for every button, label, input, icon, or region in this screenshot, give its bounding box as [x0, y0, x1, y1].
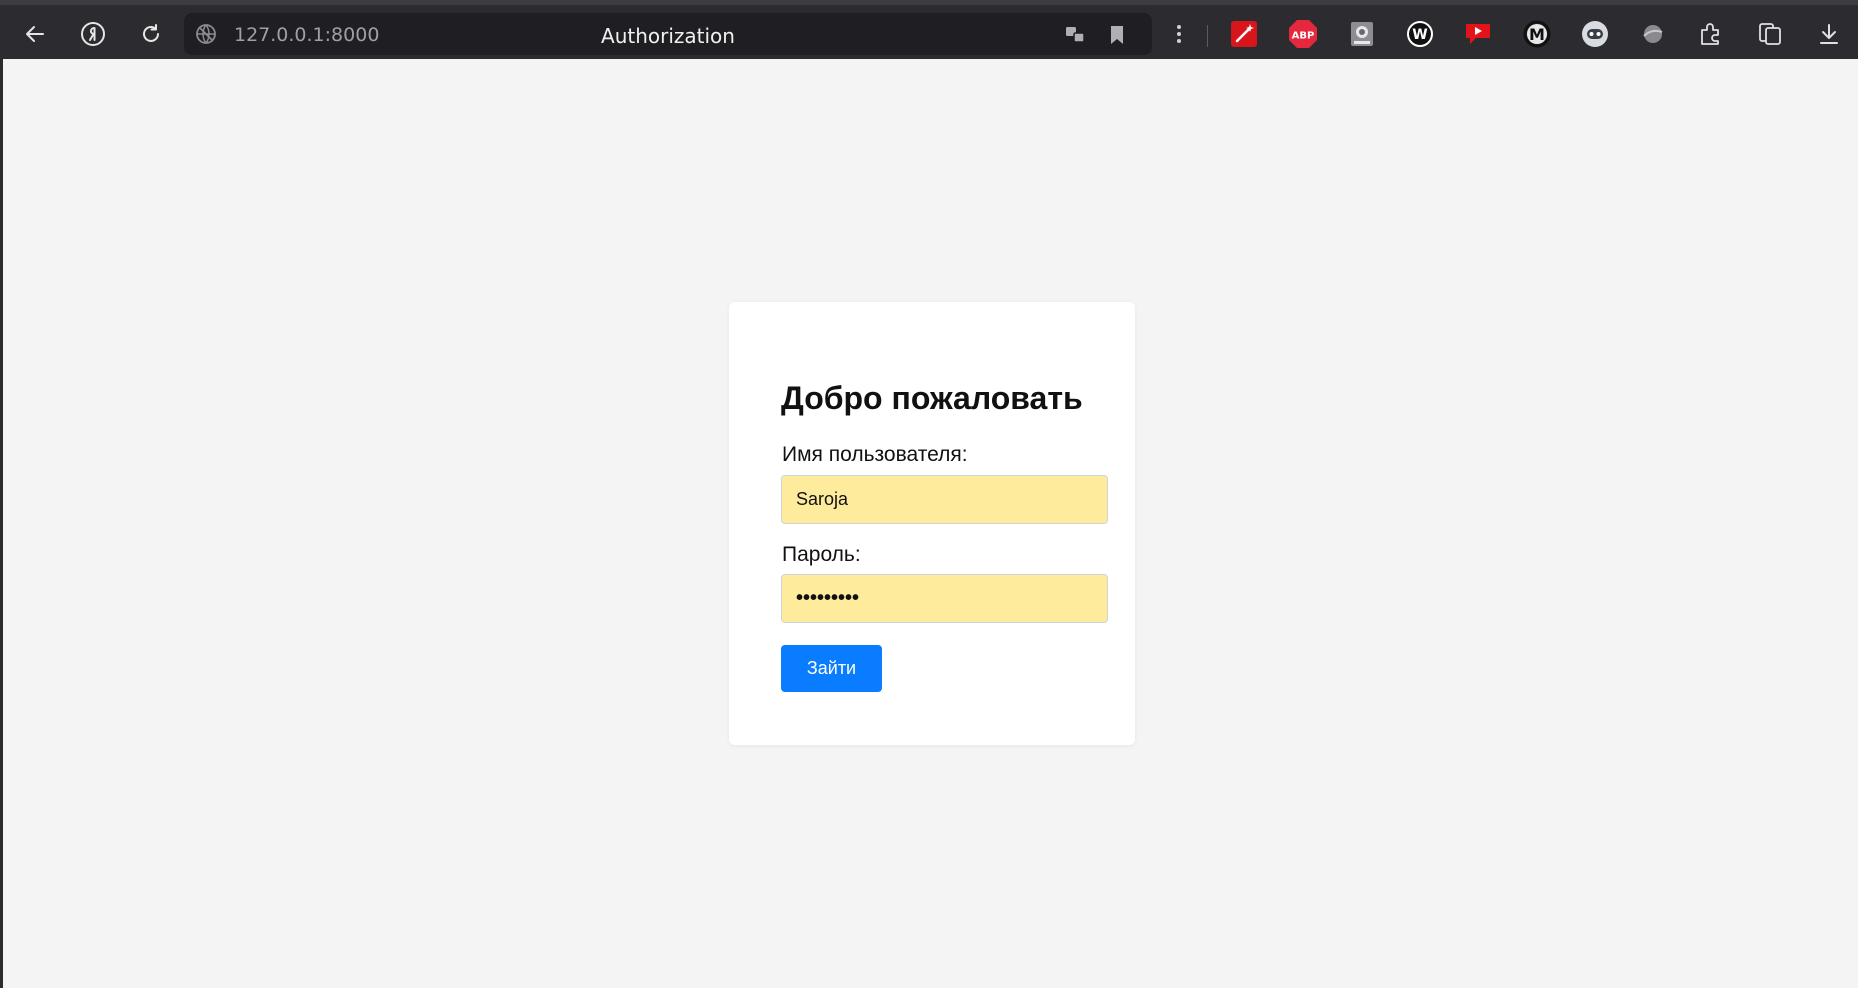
window-edge	[0, 59, 3, 988]
reload-icon	[143, 24, 159, 42]
yandex-button[interactable]	[74, 15, 112, 53]
username-input[interactable]: Saroja	[781, 475, 1108, 524]
m-extension[interactable]: M	[1522, 19, 1552, 49]
username-label: Имя пользователя:	[782, 443, 968, 466]
reload-button[interactable]	[132, 15, 170, 53]
m-extension-icon: M	[1523, 20, 1551, 48]
collections-icon	[1759, 23, 1781, 45]
menu-button[interactable]	[1164, 19, 1194, 49]
address-bar[interactable]: 127.0.0.1:8000 Authorization	[184, 13, 1152, 55]
download-icon	[1820, 24, 1838, 44]
w-extension-icon: W	[1407, 21, 1433, 47]
bot-extension-icon	[1582, 21, 1608, 47]
back-arrow-icon	[26, 26, 44, 42]
url-text[interactable]: 127.0.0.1:8000	[234, 24, 379, 46]
video-extension[interactable]	[1463, 19, 1493, 49]
back-button[interactable]	[16, 15, 54, 53]
camera-extension-icon	[1351, 22, 1373, 46]
w-label: W	[1412, 27, 1427, 43]
welcome-heading: Добро пожаловать	[781, 380, 1083, 416]
extensions-button[interactable]	[1696, 19, 1726, 49]
magic-wand-extension[interactable]	[1229, 19, 1259, 49]
collections-button[interactable]	[1755, 19, 1785, 49]
downloads-button[interactable]	[1814, 19, 1844, 49]
login-button[interactable]: Зайти	[781, 645, 882, 692]
yandex-icon	[81, 22, 105, 46]
adblock-plus-extension[interactable]: ABP	[1288, 19, 1318, 49]
adblock-plus-icon: ABP	[1289, 20, 1317, 48]
sphere-extension[interactable]	[1638, 19, 1668, 49]
site-info-icon[interactable]	[194, 22, 218, 46]
puzzle-icon	[1701, 23, 1719, 45]
bot-extension[interactable]	[1580, 19, 1610, 49]
kebab-menu-icon	[1177, 25, 1181, 43]
m-label: M	[1529, 25, 1545, 44]
browser-toolbar: 127.0.0.1:8000 Authorization ABP W M	[0, 0, 1858, 59]
camera-extension[interactable]	[1347, 19, 1377, 49]
abp-label: ABP	[1292, 31, 1315, 42]
magic-wand-icon	[1231, 21, 1257, 47]
toolbar-divider	[1207, 25, 1208, 47]
login-card: Добро пожаловать Имя пользователя: Saroj…	[729, 302, 1135, 745]
bookmark-icon[interactable]	[1104, 22, 1130, 48]
w-extension[interactable]: W	[1405, 19, 1435, 49]
video-extension-icon	[1466, 24, 1490, 44]
translate-icon[interactable]	[1062, 22, 1088, 48]
password-label: Пароль:	[782, 543, 861, 566]
password-input[interactable]: •••••••••	[781, 574, 1108, 623]
sphere-extension-icon	[1643, 25, 1663, 43]
